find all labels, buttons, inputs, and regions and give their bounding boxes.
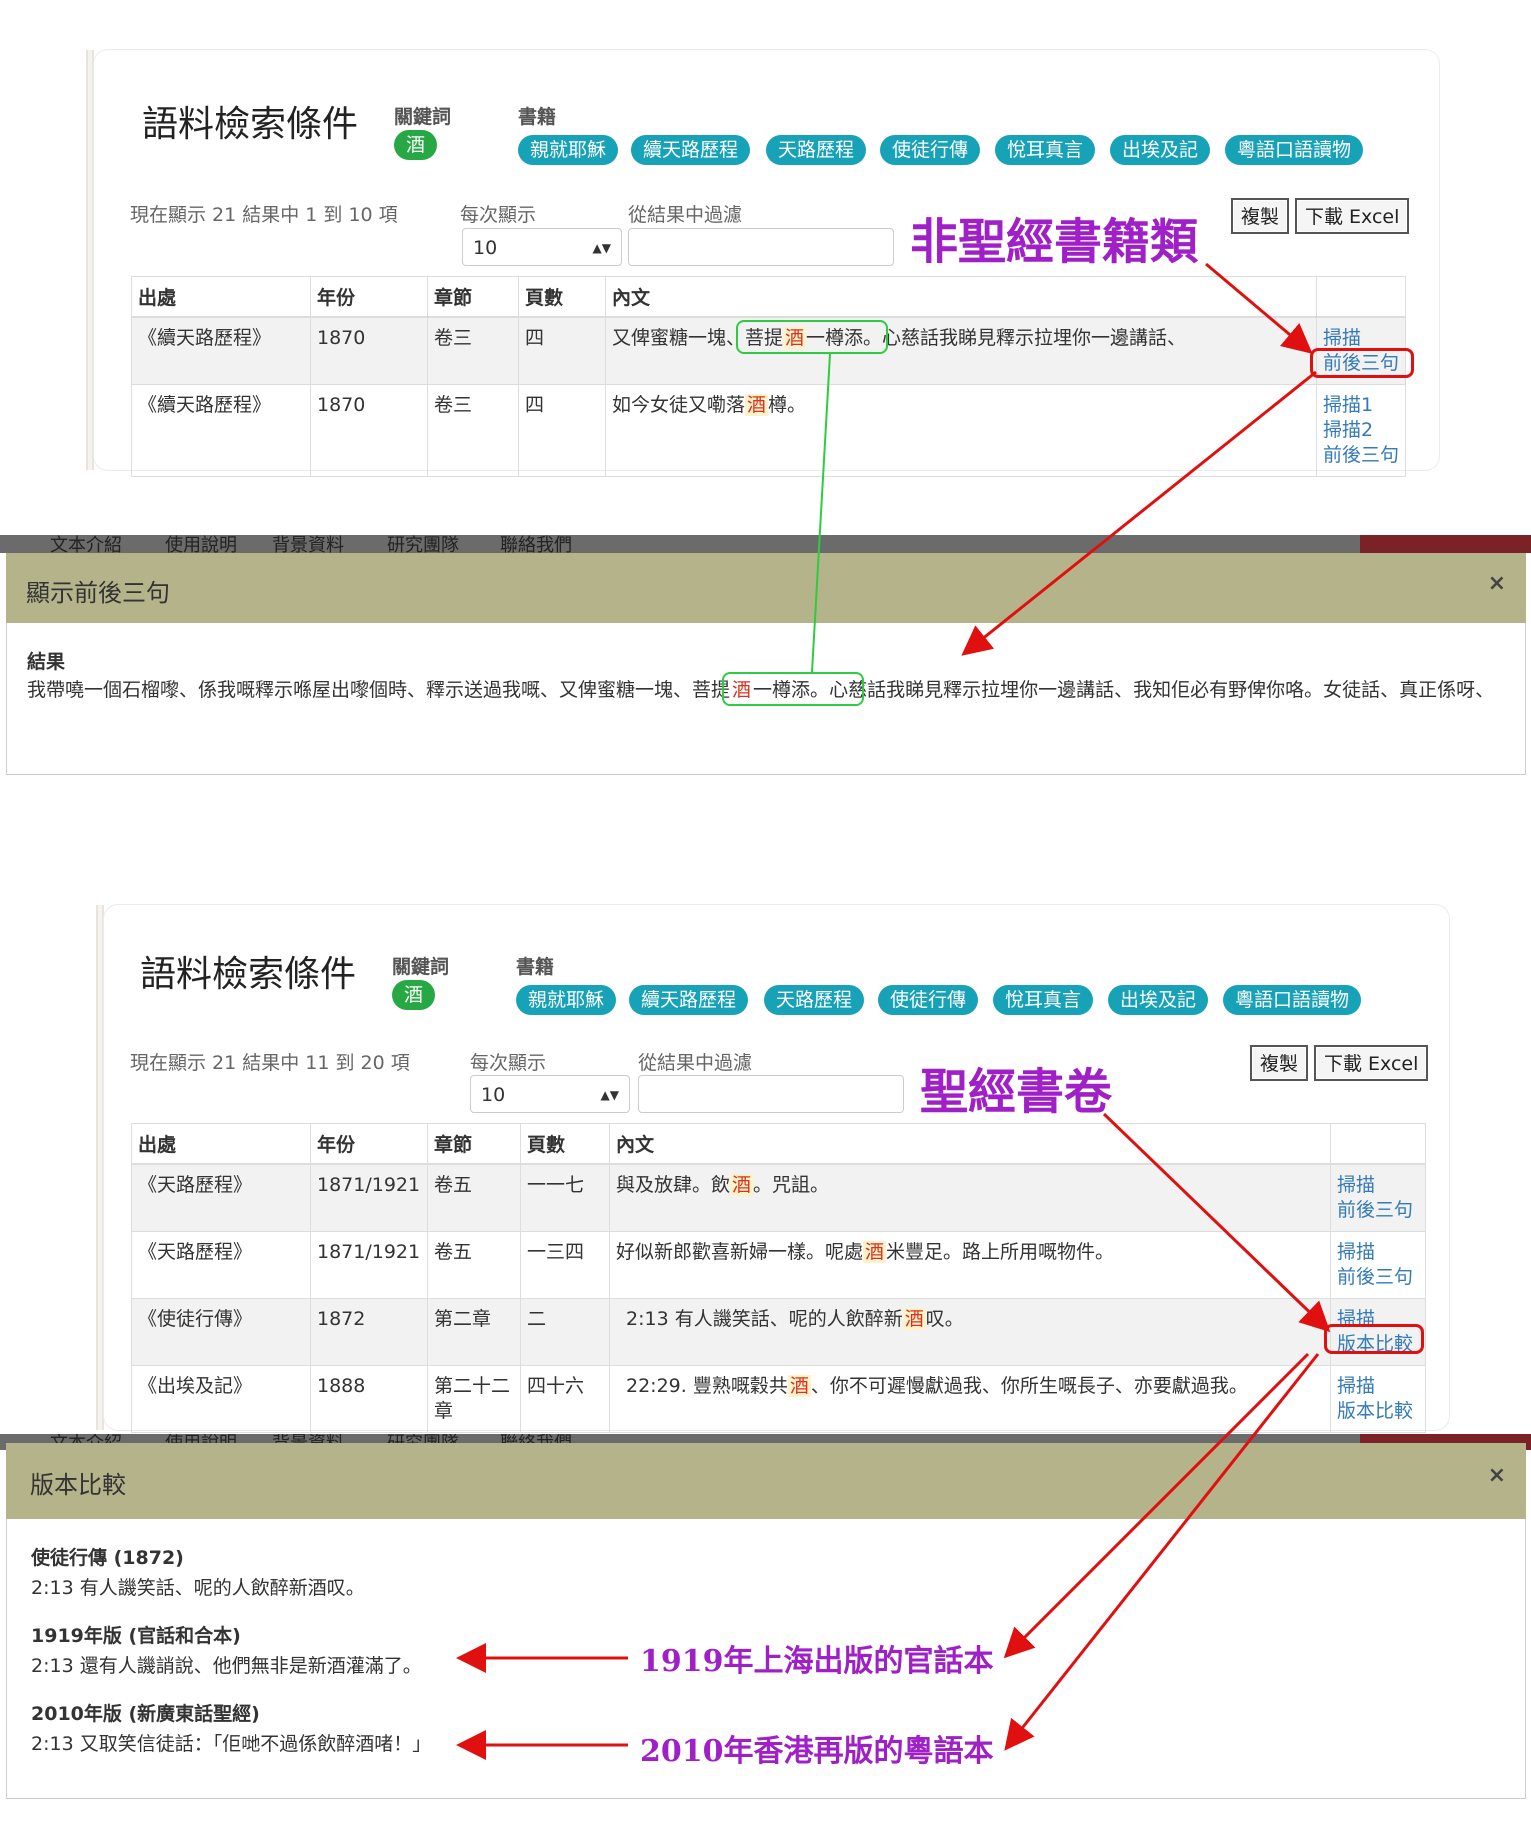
arrow-link-to-2010 (1004, 1353, 1320, 1751)
connector-green (811, 353, 831, 673)
arrow-link-to-modal (961, 370, 1317, 656)
annotation-arrows (456, 262, 1331, 1760)
arrow-bible-to-link (1102, 1112, 1331, 1333)
arrow-link-to-1919 (1003, 1352, 1310, 1659)
arrow-nonbible-to-link (1205, 262, 1313, 354)
